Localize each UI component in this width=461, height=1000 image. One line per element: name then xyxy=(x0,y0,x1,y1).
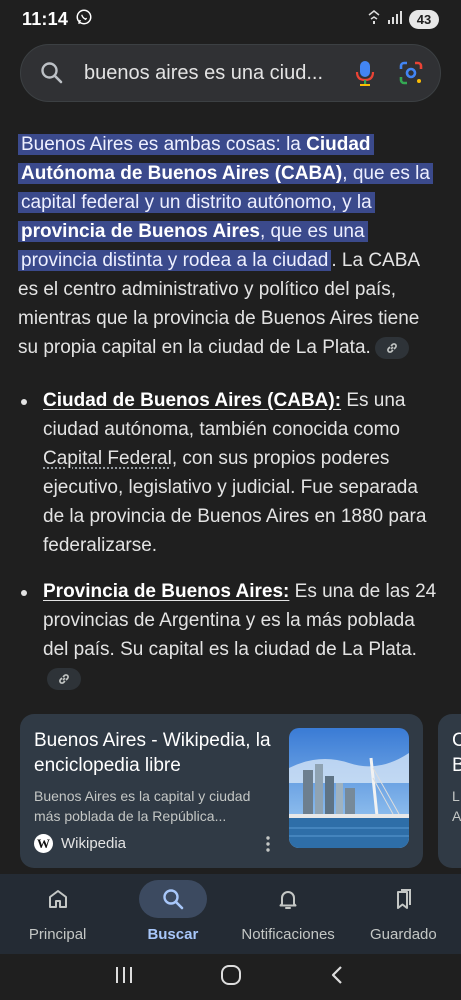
back-icon[interactable] xyxy=(327,964,349,991)
home-button-icon[interactable] xyxy=(220,964,242,991)
status-time: 11:14 xyxy=(22,9,68,30)
card-snippet: Buenos Aires es la capital y ciudad más … xyxy=(34,786,279,826)
list-item: Provincia de Buenos Aires: Es una de las… xyxy=(0,577,461,693)
nav-home[interactable]: Principal xyxy=(0,874,115,954)
recent-apps-icon[interactable] xyxy=(113,964,135,991)
list-item: Ciudad de Buenos Aires (CABA): Es una ci… xyxy=(0,386,461,560)
source-name: Wikipedia xyxy=(61,835,126,852)
whatsapp-icon xyxy=(75,8,93,31)
card-title[interactable]: Buenos Aires - Wikipedia, la enciclopedi… xyxy=(34,728,289,778)
card-thumbnail xyxy=(289,728,409,848)
home-icon xyxy=(24,880,92,918)
source-card[interactable]: Buenos Aires - Wikipedia, la enciclopedi… xyxy=(20,714,423,868)
bell-icon xyxy=(254,880,322,918)
system-nav-bar xyxy=(0,954,461,1000)
search-icon xyxy=(39,60,65,86)
link-icon xyxy=(57,672,71,686)
source-link-chip[interactable] xyxy=(47,668,81,690)
link-icon xyxy=(385,341,399,355)
wifi-icon xyxy=(367,9,381,30)
answer-content: Buenos Aires es ambas cosas: la Ciudad A… xyxy=(0,130,461,710)
bullet-dot xyxy=(21,590,27,596)
bullet-term[interactable]: Ciudad de Buenos Aires (CABA): xyxy=(43,390,341,411)
capital-federal-link[interactable]: Capital Federal xyxy=(43,448,172,469)
wikipedia-logo-icon: W xyxy=(34,834,53,853)
search-input[interactable]: buenos aires es una ciud... xyxy=(84,62,344,85)
signal-icon xyxy=(387,10,403,29)
card-source[interactable]: W Wikipedia xyxy=(34,834,126,853)
bullet-list: Ciudad de Buenos Aires (CABA): Es una ci… xyxy=(0,386,461,693)
bookmarks-icon xyxy=(369,880,437,918)
bullet-dot xyxy=(21,399,27,405)
status-bar: 11:14 43 xyxy=(0,0,461,38)
more-vert-icon[interactable] xyxy=(266,836,270,852)
mic-icon[interactable] xyxy=(354,59,376,87)
search-icon xyxy=(139,880,207,918)
nav-search[interactable]: Buscar xyxy=(115,874,230,954)
battery-indicator: 43 xyxy=(409,10,439,29)
search-bar[interactable]: buenos aires es una ciud... xyxy=(20,44,441,102)
answer-paragraph: Buenos Aires es ambas cosas: la Ciudad A… xyxy=(18,130,438,362)
nav-notifications[interactable]: Notificaciones xyxy=(231,874,346,954)
bottom-nav: Principal Buscar Notificaciones Guardado xyxy=(0,874,461,954)
next-source-card[interactable]: C B L A xyxy=(438,714,461,868)
nav-saved[interactable]: Guardado xyxy=(346,874,461,954)
bullet-term[interactable]: Provincia de Buenos Aires: xyxy=(43,581,289,602)
lens-icon[interactable] xyxy=(398,60,424,86)
source-link-chip[interactable] xyxy=(375,337,409,359)
